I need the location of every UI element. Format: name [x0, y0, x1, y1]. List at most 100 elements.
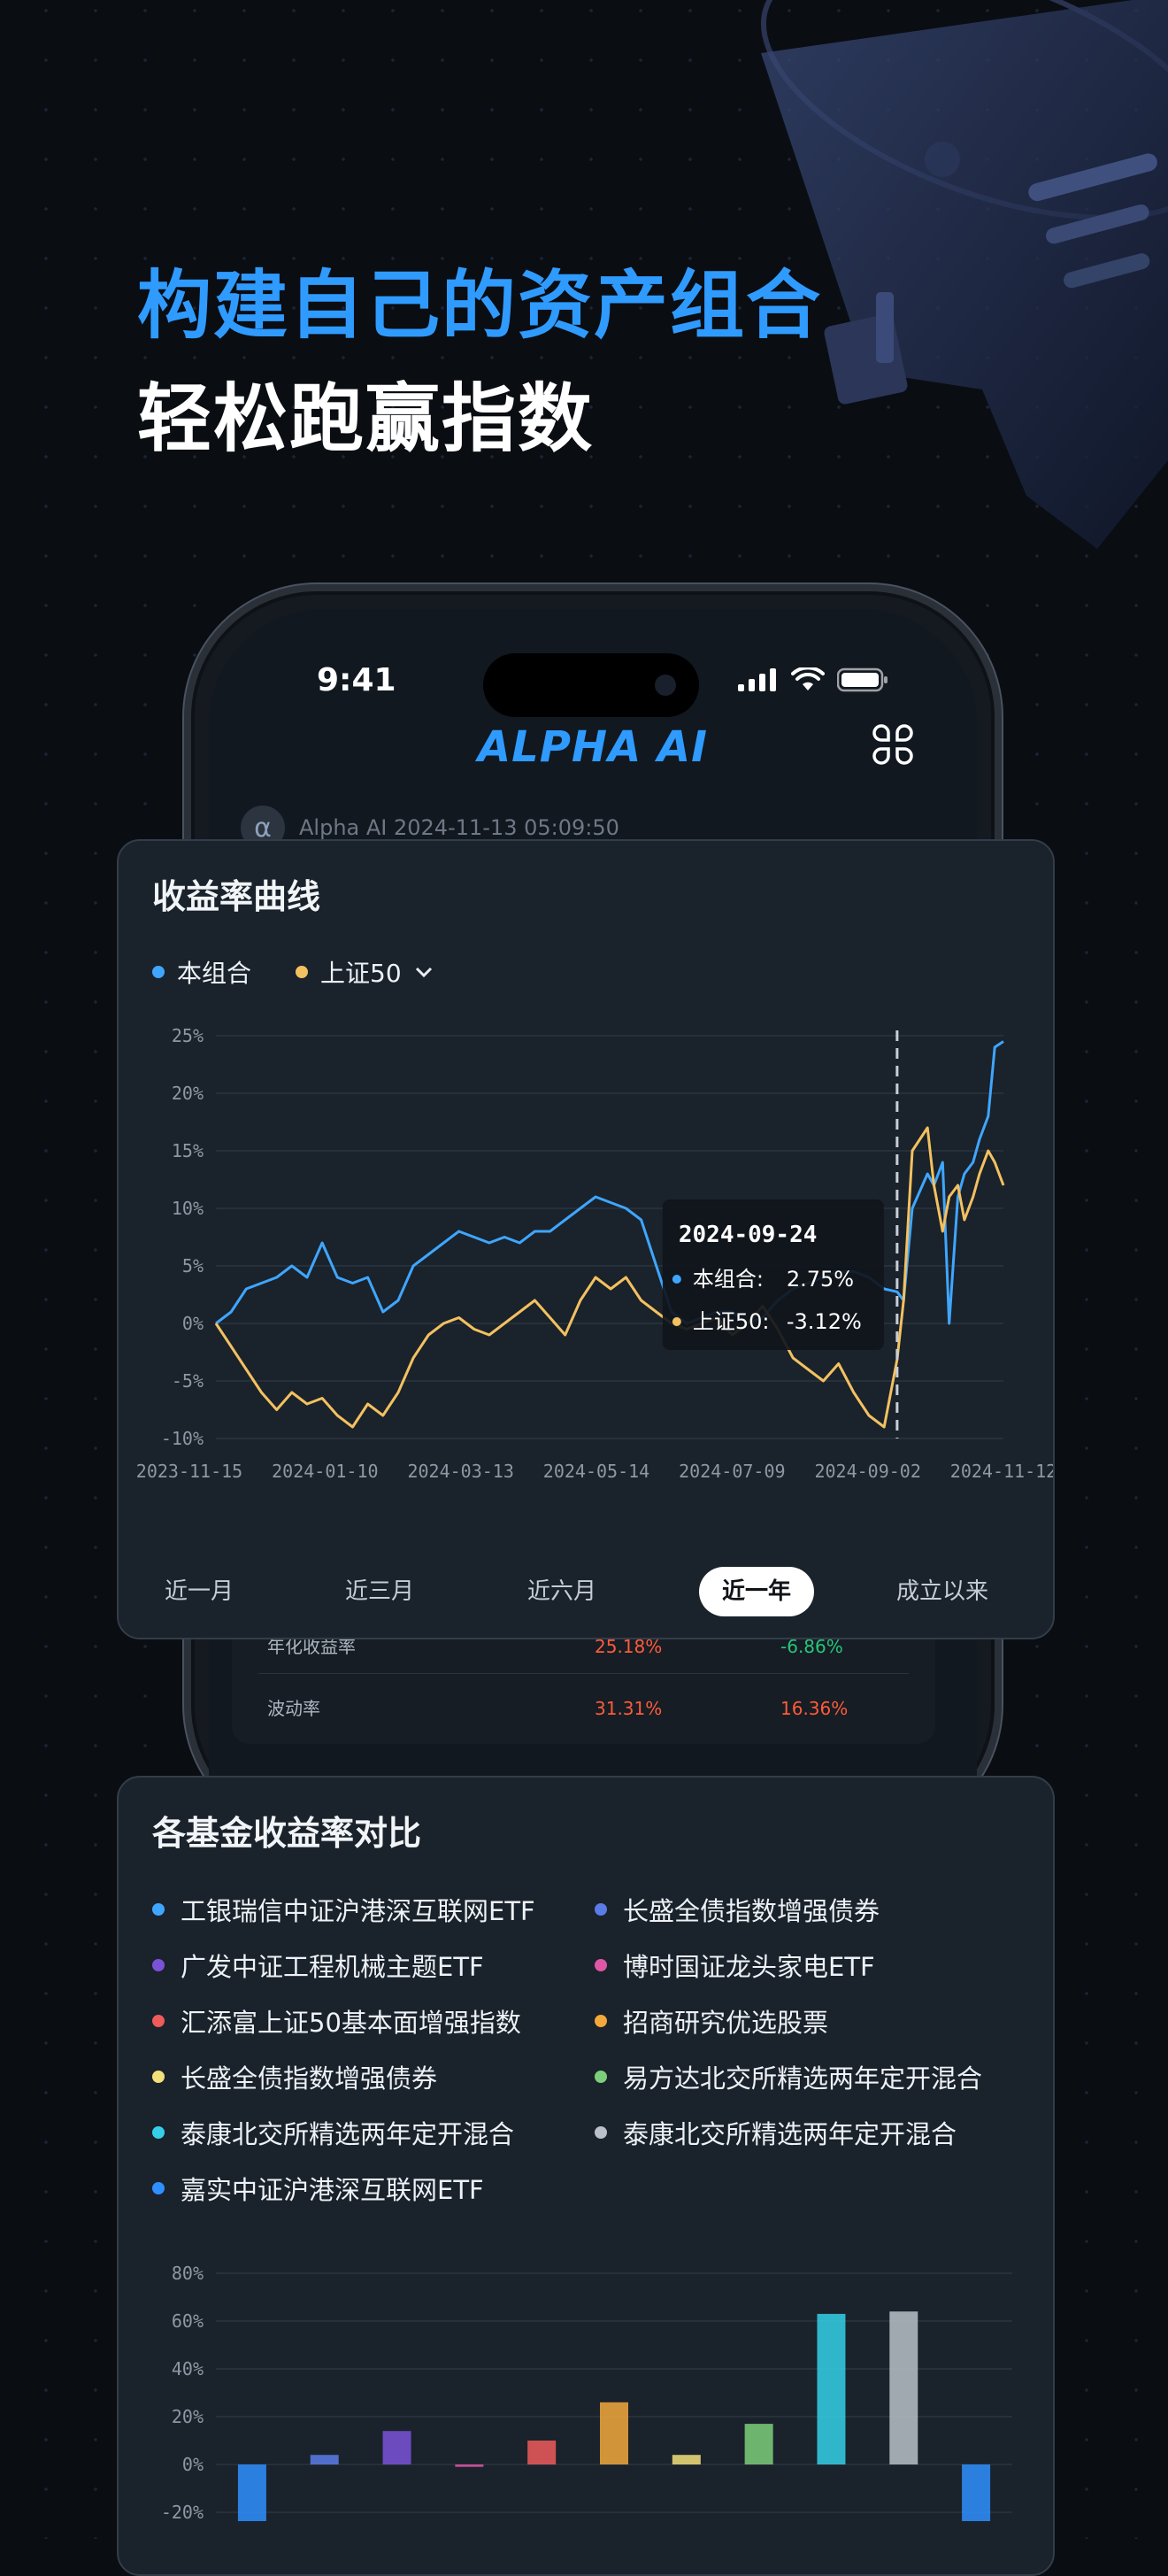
headline: 构建自己的资产组合 轻松跑赢指数: [137, 261, 822, 463]
x-tick-label: 2024-07-09: [679, 1461, 785, 1482]
metric-index-value: 16.36%: [780, 1698, 849, 1719]
x-tick-label: 2024-05-14: [543, 1461, 649, 1482]
y-tick-label: -20%: [161, 2502, 204, 2521]
x-tick-label: 2024-01-10: [272, 1461, 378, 1482]
fund-legend-item[interactable]: 长盛全债指数增强债券: [595, 1891, 880, 1928]
fund-label: 工银瑞信中证沪港深互联网ETF: [181, 1896, 535, 1926]
status-time: 9:41: [317, 662, 396, 698]
period-tabs: 近一月 近三月 近六月 近一年 成立以来: [119, 1567, 1053, 1620]
tab-1m[interactable]: 近一月: [150, 1567, 248, 1616]
headline-line-2: 轻松跑赢指数: [137, 375, 595, 462]
y-tick-label: 0%: [182, 1313, 204, 1334]
return-curve-card: 收益率曲线 本组合 上证50 25% 20% 15% 10% 5% 0% -5% -10% 20…: [117, 839, 1055, 1639]
legend-label: 本组合: [177, 959, 252, 988]
legend-dot: [152, 2071, 165, 2083]
legend-dot: [152, 2015, 165, 2027]
legend-item-portfolio[interactable]: 本组合: [152, 954, 251, 990]
fund-legend-item[interactable]: 博时国证龙头家电ETF: [595, 1947, 875, 1984]
y-tick-label: 5%: [182, 1255, 204, 1276]
fund-label: 易方达北交所精选两年定开混合: [623, 2063, 983, 2094]
legend-dot: [595, 1959, 607, 1971]
series-line-portfolio: [215, 1040, 1004, 1325]
fund-legend-item[interactable]: 长盛全债指数增强债券: [152, 2058, 437, 2095]
chart-tooltip: 2024-09-24 本组合: 2.75% 上证50: -3.12%: [662, 1199, 884, 1350]
metric-label: 波动率: [267, 1698, 320, 1719]
fund-legend-item[interactable]: 嘉实中证沪港深互联网ETF: [152, 2170, 484, 2207]
tab-3m[interactable]: 近三月: [331, 1567, 428, 1616]
metric-portfolio-value: 31.31%: [595, 1698, 663, 1719]
tooltip-dot: [672, 1275, 681, 1284]
x-tick-label: 2024-09-02: [814, 1461, 920, 1482]
y-tick-label: 80%: [172, 2263, 204, 2284]
headline-line-1: 构建自己的资产组合: [137, 262, 823, 349]
signal-icon: [738, 668, 776, 691]
message-meta: Alpha AI 2024-11-13 05:09:50: [299, 815, 619, 840]
bar: [527, 2441, 557, 2464]
battery-icon: [837, 667, 888, 692]
x-tick-label: 2023-11-15: [136, 1461, 242, 1482]
legend-dot: [152, 966, 165, 978]
fund-legend-item[interactable]: 广发中证工程机械主题ETF: [152, 1947, 484, 1984]
tooltip-label: 上证50:: [693, 1309, 770, 1334]
fund-legend-item[interactable]: 工银瑞信中证沪港深互联网ETF: [152, 1891, 535, 1928]
fund-legend-item[interactable]: 招商研究优选股票: [595, 2002, 828, 2040]
y-tick-label: -5%: [172, 1370, 204, 1392]
legend-dot: [152, 1959, 165, 1971]
fund-legend-item[interactable]: 泰康北交所精选两年定开混合: [595, 2114, 957, 2151]
tab-since-inception[interactable]: 成立以来: [885, 1567, 1000, 1616]
legend-dot: [152, 2182, 165, 2194]
y-tick-label: 25%: [172, 1025, 204, 1046]
wifi-icon: [791, 667, 825, 690]
legend-dot: [595, 2071, 607, 2083]
series-line-index: [214, 1126, 1005, 1429]
chevron-down-icon[interactable]: [414, 966, 434, 978]
y-tick-label: 10%: [172, 1198, 204, 1219]
legend-dot: [595, 2015, 607, 2027]
fund-label: 泰康北交所精选两年定开混合: [623, 2119, 957, 2149]
y-tick-label: -10%: [161, 1428, 204, 1449]
fund-label: 广发中证工程机械主题ETF: [181, 1952, 484, 1982]
y-tick-label: 0%: [182, 2454, 204, 2475]
dynamic-island: [483, 653, 699, 717]
fund-label: 泰康北交所精选两年定开混合: [181, 2119, 515, 2149]
fund-legend-item[interactable]: 汇添富上证50基本面增强指数: [152, 2002, 521, 2040]
legend-dot: [152, 1903, 165, 1916]
x-tick-label: 2024-03-13: [407, 1461, 513, 1482]
bar: [310, 2455, 339, 2464]
fund-label: 博时国证龙头家电ETF: [623, 1952, 875, 1982]
return-curve-title: 收益率曲线: [152, 877, 321, 916]
tooltip-value: 2.75%: [787, 1267, 854, 1292]
tab-1y[interactable]: 近一年: [699, 1567, 814, 1616]
fund-label: 汇添富上证50基本面增强指数: [181, 2008, 521, 2038]
y-tick-label: 60%: [172, 2310, 204, 2332]
menu-grid-icon[interactable]: [872, 724, 913, 765]
fund-label: 长盛全债指数增强债券: [181, 2063, 438, 2094]
metric-row-volatility: 波动率 31.31% 16.36%: [258, 1682, 909, 1735]
legend-dot: [595, 2126, 607, 2139]
tooltip-value: -3.12%: [787, 1309, 862, 1334]
bar: [672, 2455, 701, 2464]
y-tick-label: 40%: [172, 2358, 204, 2379]
bar: [889, 2311, 918, 2464]
tooltip-dot: [672, 1317, 681, 1326]
bar: [744, 2424, 773, 2464]
fund-compare-title: 各基金收益率对比: [152, 1814, 422, 1853]
legend-dot: [595, 1903, 607, 1916]
bar: [600, 2402, 628, 2464]
camera-icon: [655, 675, 676, 696]
tab-6m[interactable]: 近六月: [513, 1567, 611, 1616]
bar: [455, 2464, 484, 2467]
legend-dot: [152, 2126, 165, 2139]
fund-legend-item[interactable]: 易方达北交所精选两年定开混合: [595, 2058, 982, 2095]
fund-bar-chart: 80% 60% 40% 20% 0% -20%: [161, 2263, 1012, 2521]
bar: [382, 2431, 411, 2464]
bar: [962, 2464, 991, 2521]
app-title: ALPHA AI: [478, 722, 708, 772]
bar: [817, 2313, 846, 2464]
fund-label: 长盛全债指数增强债券: [623, 1896, 880, 1926]
bar: [237, 2464, 266, 2521]
y-tick-label: 15%: [172, 1140, 204, 1161]
fund-legend-item[interactable]: 泰康北交所精选两年定开混合: [152, 2114, 514, 2151]
status-icons: [738, 667, 888, 692]
legend-item-index-dropdown[interactable]: 上证50: [296, 954, 434, 990]
